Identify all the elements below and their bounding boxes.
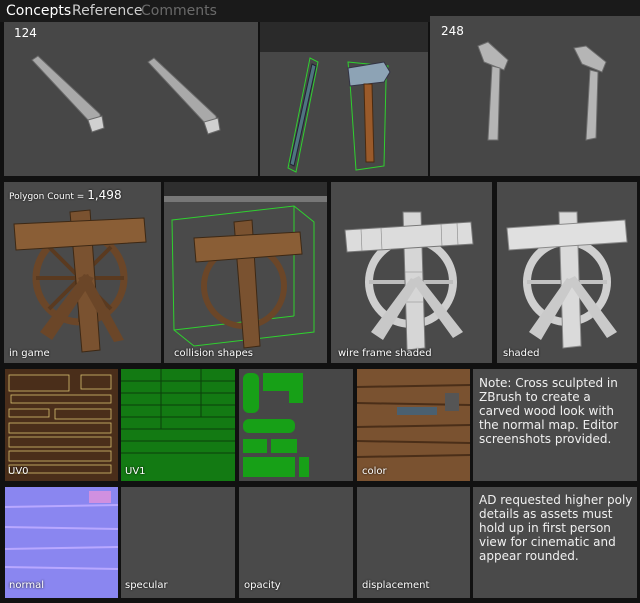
- specular-panel: specular: [121, 487, 235, 598]
- wireframe-label: wire frame shaded: [338, 348, 432, 359]
- uv0-panel: UV0: [5, 369, 118, 481]
- shaded-label: shaded: [503, 348, 540, 359]
- uv-green-image: [243, 373, 309, 477]
- note1-panel: Note: Cross sculpted in ZBrush to create…: [473, 369, 637, 481]
- tab-comments[interactable]: Comments: [141, 3, 217, 19]
- poly-count-right: 248: [441, 24, 464, 38]
- tab-reference[interactable]: Reference: [72, 3, 143, 19]
- hammer-highpoly-panel: 248: [430, 16, 640, 176]
- polygon-count-text: Polygon Count =: [9, 192, 88, 202]
- collision-shapes-label: collision shapes: [174, 348, 253, 359]
- polygon-count-value: 1,498: [87, 188, 122, 202]
- cross-wireframe-image: [344, 211, 474, 351]
- wireframe-panel: wire frame shaded: [331, 182, 492, 363]
- normal-panel: normal: [5, 487, 118, 598]
- cross-ingame-image: [13, 209, 147, 353]
- cross-shaded-image: [506, 211, 628, 349]
- note1-text: Note: Cross sculpted in ZBrush to create…: [479, 376, 619, 446]
- hammer-image: [477, 41, 607, 141]
- note2-panel: AD requested higher poly details as asse…: [473, 487, 637, 598]
- poly-count-left: 124: [14, 26, 37, 40]
- displacement-label: displacement: [362, 580, 430, 591]
- displacement-panel: displacement: [357, 487, 470, 598]
- hammer-collision-panel: [260, 22, 428, 176]
- nail-lowpoly-panel: 124: [4, 22, 258, 176]
- in-game-label: in game: [9, 348, 50, 359]
- color-panel: color: [357, 369, 470, 481]
- tab-concepts[interactable]: Concepts: [6, 3, 71, 19]
- uv-green-panel: [239, 369, 353, 481]
- color-label: color: [362, 466, 387, 477]
- in-game-panel: Polygon Count = 1,498 in game: [4, 182, 161, 363]
- uv0-label: UV0: [8, 466, 29, 477]
- color-image: [357, 369, 470, 481]
- uv0-image: [5, 369, 118, 481]
- opacity-label: opacity: [244, 580, 281, 591]
- cross-collision-image: [164, 182, 327, 349]
- opacity-panel: opacity: [239, 487, 353, 598]
- uv1-image: [121, 369, 235, 481]
- uv1-label: UV1: [125, 466, 146, 477]
- shaded-panel: shaded: [497, 182, 637, 363]
- nail-image: [31, 55, 221, 135]
- hammer-collision-image: [260, 22, 428, 176]
- normal-label: normal: [9, 580, 45, 591]
- polygon-count-label: Polygon Count = 1,498: [9, 188, 122, 202]
- note2-text: AD requested higher poly details as asse…: [479, 493, 633, 563]
- uv1-panel: UV1: [121, 369, 235, 481]
- collision-shapes-panel: collision shapes: [164, 182, 327, 363]
- specular-label: specular: [125, 580, 168, 591]
